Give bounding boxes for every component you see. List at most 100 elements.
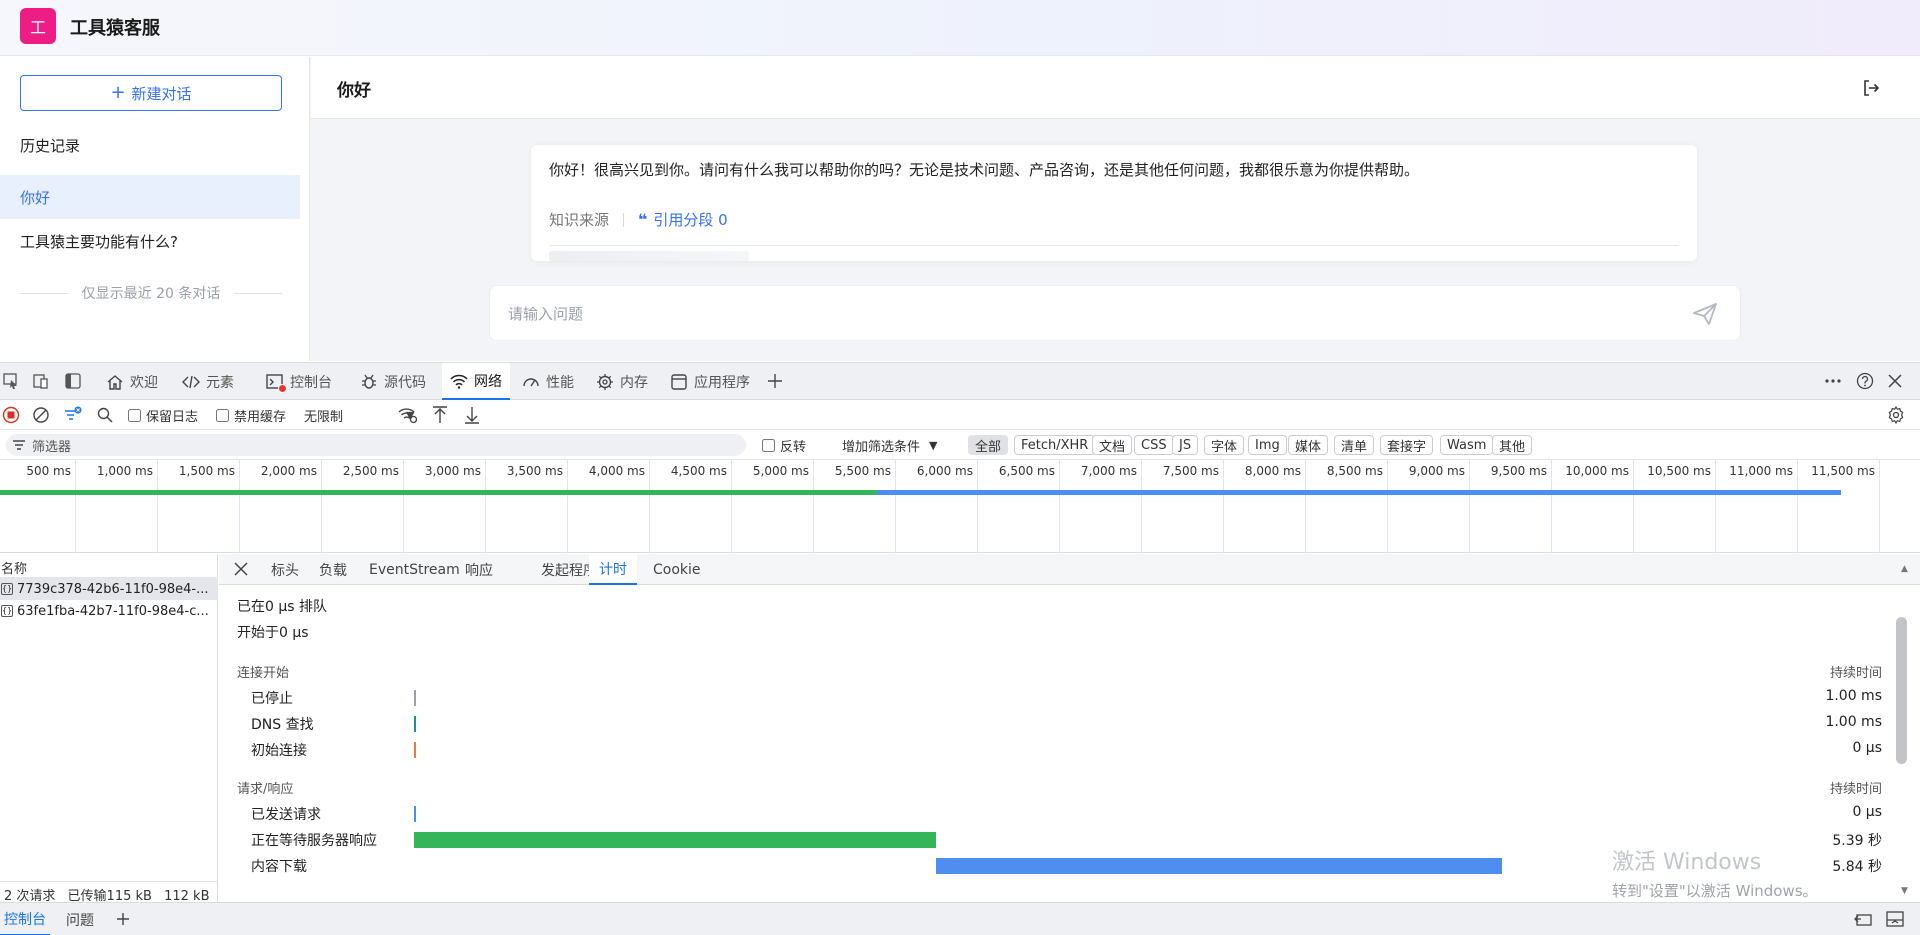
timeline-gridline	[731, 460, 732, 553]
code-icon	[182, 373, 200, 391]
timeline-tick-label: 9,500 ms	[1490, 464, 1547, 478]
question-input[interactable]	[508, 300, 1658, 328]
drawer-tab-console[interactable]: 控制台	[0, 903, 50, 935]
detail-tab[interactable]: 响应	[455, 554, 503, 585]
scroll-up-arrow[interactable]: ▲	[1901, 564, 1908, 574]
preserve-log-checkbox[interactable]: 保留日志	[128, 406, 198, 425]
tab-application[interactable]: 应用程序	[662, 363, 758, 400]
help-icon[interactable]	[1854, 370, 1876, 392]
tab-network[interactable]: 网络	[442, 363, 510, 400]
timeline-gridline	[567, 460, 568, 553]
plus-icon: +	[110, 82, 126, 103]
filter-chip[interactable]: 媒体	[1288, 435, 1329, 455]
history-item[interactable]: 工具猿主要功能有什么?	[0, 219, 300, 263]
timeline-tick-label: 3,000 ms	[424, 464, 481, 478]
tab-memory[interactable]: 内存	[588, 363, 656, 400]
wifi-icon	[450, 372, 468, 390]
sidebar: + 新建对话 历史记录 你好 工具猿主要功能有什么? 仅显示最近 20 条对话	[0, 57, 310, 361]
tab-sources[interactable]: 源代码	[352, 363, 434, 400]
scroll-thumb[interactable]	[1896, 617, 1907, 764]
history-item[interactable]: 你好	[0, 175, 300, 219]
home-icon	[106, 373, 124, 391]
scroll-down-arrow[interactable]: ▼	[1901, 886, 1908, 896]
more-options-icon[interactable]	[1822, 370, 1844, 392]
detail-tab[interactable]: EventStream	[359, 554, 470, 585]
timeline-tick-label: 500 ms	[26, 464, 71, 478]
close-icon[interactable]	[232, 560, 250, 578]
history-title: 历史记录	[20, 137, 81, 155]
filter-chip[interactable]: Wasm	[1440, 435, 1494, 455]
timeline-tick-label: 2,000 ms	[260, 464, 317, 478]
tab-performance[interactable]: 性能	[514, 363, 582, 400]
filter-chip[interactable]: JS	[1172, 435, 1199, 455]
network-toolbar: 保留日志 禁用缓存 无限制 ▼	[0, 400, 1920, 430]
logout-icon[interactable]	[1862, 79, 1880, 97]
detail-tab[interactable]: 计时	[589, 554, 637, 585]
filter-chip[interactable]: Img	[1248, 435, 1287, 455]
dock-icon[interactable]	[1852, 908, 1874, 930]
filter-chip[interactable]: 套接字	[1380, 435, 1434, 455]
request-row[interactable]: {} 7739c378-42b6-11f0-98e4-...	[0, 578, 218, 600]
network-conditions-icon[interactable]	[398, 405, 418, 425]
filter-chip[interactable]: 字体	[1204, 435, 1245, 455]
filter-input[interactable]: 筛选器	[6, 434, 746, 456]
detail-tab[interactable]: 负载	[309, 554, 357, 585]
tab-welcome[interactable]: 欢迎	[98, 363, 166, 400]
request-detail: 标头 负载 EventStream 响应 发起程序 计时 Cookie 已在0 μs 排队开…	[219, 554, 1920, 903]
timeline-tick-label: 5,500 ms	[834, 464, 891, 478]
timing-row-label: 内容下载	[251, 859, 307, 875]
name-column-header[interactable]: 名称	[0, 554, 218, 578]
timeline-tick-label: 11,500 ms	[1811, 464, 1875, 478]
filter-bar: 筛选器 反转 增加筛选条件 ▼ 全部 Fetch/XHR 文档 CSS JS 字体 Img 媒…	[0, 430, 1920, 460]
timeline-gridline	[1059, 460, 1060, 553]
history-note: 仅显示最近 20 条对话	[20, 283, 282, 303]
request-row[interactable]: {} 63fe1fba-42b7-11f0-98e4-c...	[0, 600, 218, 622]
upload-icon[interactable]	[430, 405, 450, 425]
drawer-tab-issues[interactable]: 问题	[62, 903, 98, 935]
invert-checkbox[interactable]: 反转	[762, 436, 806, 455]
inspect-icon[interactable]	[0, 370, 22, 392]
detail-tab[interactable]: 标头	[261, 554, 309, 585]
download-icon[interactable]	[462, 405, 482, 425]
filter-chip[interactable]: 文档	[1092, 435, 1133, 455]
timeline-tick-label: 11,000 ms	[1729, 464, 1793, 478]
settings-gear-icon[interactable]	[1886, 405, 1906, 425]
close-devtools-icon[interactable]	[1884, 370, 1906, 392]
more-filters-dropdown[interactable]: 增加筛选条件 ▼	[842, 436, 937, 455]
timeline-tick-label: 8,500 ms	[1326, 464, 1383, 478]
filter-chip[interactable]: CSS	[1134, 435, 1174, 455]
new-chat-button[interactable]: + 新建对话	[20, 75, 282, 111]
source-row: 知识来源 ❝ 引用分段 0	[549, 209, 728, 230]
request-summary: 2 次请求 已传输115 kB 112 kB	[0, 881, 218, 904]
filter-chip[interactable]: 全部	[968, 435, 1009, 455]
disable-cache-checkbox[interactable]: 禁用缓存	[216, 406, 286, 425]
tab-console[interactable]: 控制台	[258, 363, 340, 400]
filter-chip[interactable]: 其他	[1492, 435, 1533, 455]
timing-duration: 0 μs	[1852, 740, 1882, 756]
sidebar-toggle-icon[interactable]	[62, 370, 84, 392]
detail-tab[interactable]: Cookie	[643, 554, 711, 585]
timeline-tick-label: 4,500 ms	[670, 464, 727, 478]
timeline-tick-label: 7,500 ms	[1162, 464, 1219, 478]
tab-elements[interactable]: 元素	[174, 363, 242, 400]
filter-toggle-icon[interactable]	[63, 405, 83, 425]
send-icon[interactable]	[1692, 302, 1718, 326]
timeline-gridline	[649, 460, 650, 553]
citation-link[interactable]: ❝ 引用分段 0	[638, 209, 728, 230]
search-icon[interactable]	[95, 405, 115, 425]
record-icon[interactable]	[1, 405, 21, 425]
chat-title: 你好	[337, 81, 371, 101]
timeline-tick-label: 9,000 ms	[1408, 464, 1465, 478]
devtools-drawer: 控制台 问题	[0, 902, 1920, 935]
filter-chip[interactable]: 清单	[1334, 435, 1375, 455]
clear-icon[interactable]	[31, 405, 51, 425]
timing-row-label: 已发送请求	[251, 807, 321, 823]
device-emulation-icon[interactable]	[30, 370, 52, 392]
add-tab-icon[interactable]	[764, 370, 786, 392]
drawer-toggle-icon[interactable]	[1884, 908, 1906, 930]
add-drawer-tab-icon[interactable]	[112, 908, 134, 930]
chevron-down-icon: ▼	[929, 439, 938, 452]
filter-chip[interactable]: Fetch/XHR	[1014, 435, 1096, 455]
timeline-tick-label: 4,000 ms	[588, 464, 645, 478]
timing-duration: 0 μs	[1852, 804, 1882, 820]
